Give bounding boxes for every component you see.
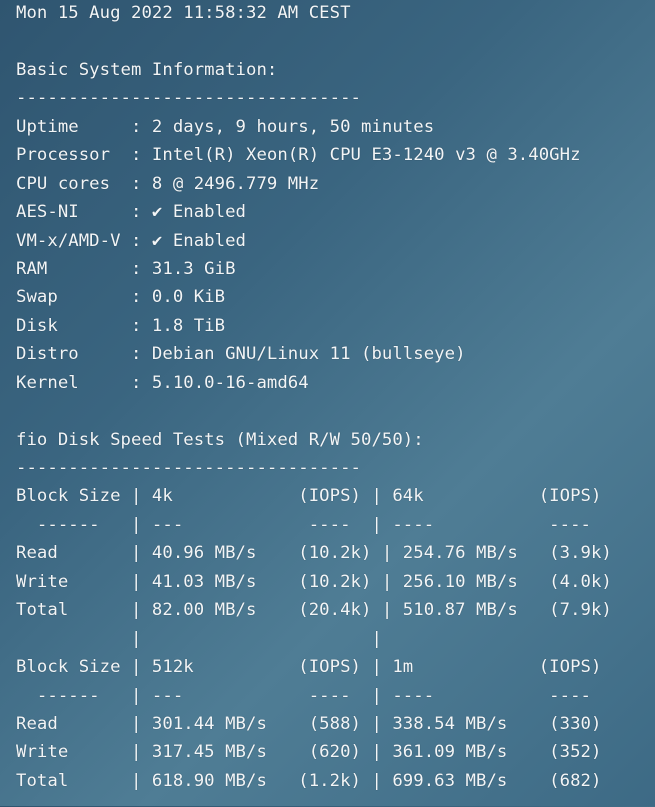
terminal-line-fio-heading: fio Disk Speed Tests (Mixed R/W 50/50): — [16, 429, 424, 450]
terminal-line-distro: Distro : Debian GNU/Linux 11 (bullseye) — [16, 344, 466, 365]
fio-table-row-read: Read | 40.96 MB/s (10.2k) | 254.76 MB/s … — [16, 543, 612, 564]
fio-table-header-row: Block Size | 512k (IOPS) | 1m (IOPS) — [16, 657, 602, 678]
terminal-line-vm-x: VM-x/AMD-V : ✔ Enabled — [16, 230, 246, 251]
fio-table-row-total: Total | 618.90 MB/s (1.2k) | 699.63 MB/s… — [16, 770, 602, 791]
fio-table-spacer-row: | | — [16, 628, 382, 649]
terminal-window[interactable]: Mon 15 Aug 2022 11:58:32 AM CEST Basic S… — [0, 0, 655, 806]
terminal-line-uptime: Uptime : 2 days, 9 hours, 50 minutes — [16, 116, 435, 137]
terminal-line-basic-info-heading: Basic System Information: — [16, 59, 278, 80]
fio-table-row-write: Write | 41.03 MB/s (10.2k) | 256.10 MB/s… — [16, 571, 612, 592]
fio-table-row-read: Read | 301.44 MB/s (588) | 338.54 MB/s (… — [16, 713, 602, 734]
terminal-line-divider: --------------------------------- — [16, 88, 361, 109]
fio-table-header-row: Block Size | 4k (IOPS) | 64k (IOPS) — [16, 486, 602, 507]
terminal-line-swap: Swap : 0.0 KiB — [16, 287, 226, 308]
fio-table-separator-row: ------ | --- ---- | ---- ---- — [16, 685, 591, 706]
terminal-line-aes-ni: AES-NI : ✔ Enabled — [16, 202, 246, 223]
terminal-line-processor: Processor : Intel(R) Xeon(R) CPU E3-1240… — [16, 145, 581, 166]
terminal-line-disk: Disk : 1.8 TiB — [16, 315, 226, 336]
terminal-line-ram: RAM : 31.3 GiB — [16, 258, 236, 279]
terminal-line-timestamp: Mon 15 Aug 2022 11:58:32 AM CEST — [16, 3, 351, 23]
fio-table-row-write: Write | 317.45 MB/s (620) | 361.09 MB/s … — [16, 742, 602, 763]
terminal-line-kernel: Kernel : 5.10.0-16-amd64 — [16, 372, 309, 393]
terminal-line-cpu-cores: CPU cores : 8 @ 2496.779 MHz — [16, 173, 320, 194]
terminal-line-divider: --------------------------------- — [16, 458, 361, 478]
fio-table-row-total: Total | 82.00 MB/s (20.4k) | 510.87 MB/s… — [16, 600, 612, 621]
fio-table-separator-row: ------ | --- ---- | ---- ---- — [16, 514, 591, 535]
